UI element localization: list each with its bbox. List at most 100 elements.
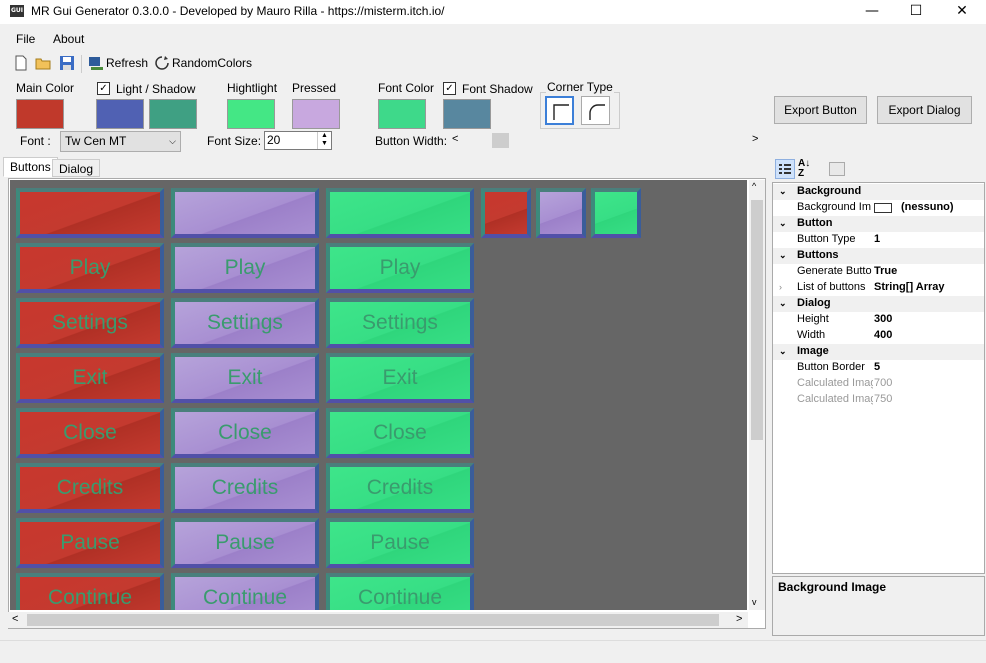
scroll-right-icon[interactable]: > (752, 133, 758, 145)
collapse-icon[interactable]: ⌄ (779, 184, 787, 199)
alphabetical-sort-icon[interactable]: A↓ Z (798, 159, 818, 179)
preview-highlight-button (326, 188, 474, 238)
preview-main-square (481, 188, 531, 238)
collapse-icon[interactable]: ⌄ (779, 344, 787, 359)
window-title: MR Gui Generator 0.3.0.0 - Developed by … (31, 4, 445, 18)
property-row[interactable]: Button Border 5 (773, 360, 984, 376)
menu-about[interactable]: About (53, 32, 84, 46)
property-row[interactable]: › List of buttons String[] Array (773, 280, 984, 296)
scroll-down-icon[interactable]: v (752, 597, 757, 607)
preview-button-close: Close (326, 408, 474, 458)
font-size-stepper[interactable]: ▲ ▼ (317, 132, 331, 149)
categorized-view-icon[interactable] (775, 159, 795, 179)
shadow-color-swatch[interactable] (149, 99, 197, 129)
preview-button-exit: Exit (171, 353, 319, 403)
category-dialog[interactable]: ⌄ Dialog (773, 296, 984, 312)
scroll-right-icon[interactable]: > (736, 613, 742, 625)
refresh-icon[interactable] (88, 55, 104, 71)
preview-main-button (16, 188, 164, 238)
chevron-down-icon: ⌵ (169, 136, 176, 146)
category-buttons[interactable]: ⌄ Buttons (773, 248, 984, 264)
preview-button-close: Close (16, 408, 164, 458)
scroll-left-icon[interactable]: < (452, 133, 458, 145)
collapse-icon[interactable]: ⌄ (779, 248, 787, 263)
font-color-swatch[interactable] (378, 99, 426, 129)
main-color-label: Main Color (16, 81, 75, 95)
property-row[interactable]: Generate Butto True (773, 264, 984, 280)
tab-dialog[interactable]: Dialog (52, 159, 101, 177)
preview-button-exit: Exit (16, 353, 164, 403)
property-description: Background Image (772, 576, 985, 636)
font-shadow-color-swatch[interactable] (443, 99, 491, 129)
save-icon[interactable] (59, 55, 75, 71)
tab-buttons[interactable]: Buttons (3, 157, 58, 177)
property-pages-icon[interactable] (829, 162, 845, 176)
property-row[interactable]: Width 400 (773, 328, 984, 344)
highlight-color-swatch[interactable] (227, 99, 275, 129)
light-shadow-checkbox[interactable]: ✓ (97, 82, 110, 95)
highlight-label: Hightlight (227, 81, 278, 95)
property-row[interactable]: Calculated Imag 750 (773, 392, 984, 408)
random-colors-icon[interactable] (154, 55, 170, 71)
scroll-up-icon[interactable]: ^ (752, 181, 756, 191)
property-row[interactable]: Background Im (nessuno) (773, 200, 984, 216)
button-width-scrollbar[interactable]: < > (448, 131, 766, 151)
collapse-icon[interactable]: ⌄ (779, 296, 787, 311)
preview-button-settings: Settings (326, 298, 474, 348)
new-file-icon[interactable] (13, 55, 29, 71)
open-folder-icon[interactable] (35, 55, 51, 71)
toolbar-separator (81, 55, 82, 73)
menu-file[interactable]: File (16, 32, 35, 46)
canvas-horizontal-thumb[interactable] (27, 614, 719, 626)
preview-button-continue: Continue (171, 573, 319, 610)
category-image[interactable]: ⌄ Image (773, 344, 984, 360)
main-color-swatch[interactable] (16, 99, 64, 129)
preview-button-play: Play (326, 243, 474, 293)
scroll-thumb[interactable] (492, 133, 509, 148)
font-select-value: Tw Cen MT (65, 134, 127, 148)
property-row[interactable]: Calculated Imag 700 (773, 376, 984, 392)
light-color-swatch[interactable] (96, 99, 144, 129)
light-shadow-label: Light / Shadow (116, 82, 196, 96)
preview-button-continue: Continue (16, 573, 164, 610)
font-select[interactable]: Tw Cen MT ⌵ (60, 131, 181, 152)
app-icon: GUI (10, 5, 24, 17)
scroll-left-icon[interactable]: < (12, 613, 18, 625)
preview-pressed-square (536, 188, 586, 238)
preview-button-credits: Credits (326, 463, 474, 513)
image-preview-icon (874, 203, 892, 213)
property-row[interactable]: Height 300 (773, 312, 984, 328)
random-colors-button[interactable]: RandomColors (172, 56, 252, 70)
canvas-vertical-thumb[interactable] (751, 200, 763, 440)
preview-button-close: Close (171, 408, 319, 458)
preview-button-play: Play (16, 243, 164, 293)
preview-button-play: Play (171, 243, 319, 293)
corner-type-label: Corner Type (546, 80, 614, 94)
property-row[interactable]: Button Type 1 (773, 232, 984, 248)
preview-button-credits: Credits (171, 463, 319, 513)
collapse-icon[interactable]: ⌄ (779, 216, 787, 231)
export-button-button[interactable]: Export Button (774, 96, 867, 124)
font-shadow-checkbox[interactable]: ✓ (443, 82, 456, 95)
pressed-color-swatch[interactable] (292, 99, 340, 129)
preview-canvas: Play Play Play Settings Settings Setting… (10, 180, 747, 610)
font-label: Font : (20, 134, 51, 148)
refresh-button[interactable]: Refresh (106, 56, 148, 70)
maximize-button[interactable]: ☐ (893, 0, 939, 24)
corner-rounded-option[interactable] (581, 96, 610, 125)
close-button[interactable]: ✕ (939, 0, 985, 24)
minimize-button[interactable]: — (849, 0, 895, 24)
font-color-label: Font Color (378, 81, 435, 95)
status-bar (0, 640, 986, 663)
preview-button-exit: Exit (326, 353, 474, 403)
preview-button-pause: Pause (171, 518, 319, 568)
square-corner-icon (553, 104, 569, 120)
expand-icon[interactable]: › (779, 280, 782, 295)
category-button[interactable]: ⌄ Button (773, 216, 984, 232)
category-background[interactable]: ⌄ Background (773, 184, 984, 200)
property-grid: ⌄ Background Background Im (nessuno) ⌄ B… (772, 182, 985, 574)
export-dialog-button[interactable]: Export Dialog (877, 96, 972, 124)
toolbar: Refresh RandomColors (0, 52, 986, 76)
corner-square-option[interactable] (545, 96, 574, 125)
preview-button-settings: Settings (16, 298, 164, 348)
